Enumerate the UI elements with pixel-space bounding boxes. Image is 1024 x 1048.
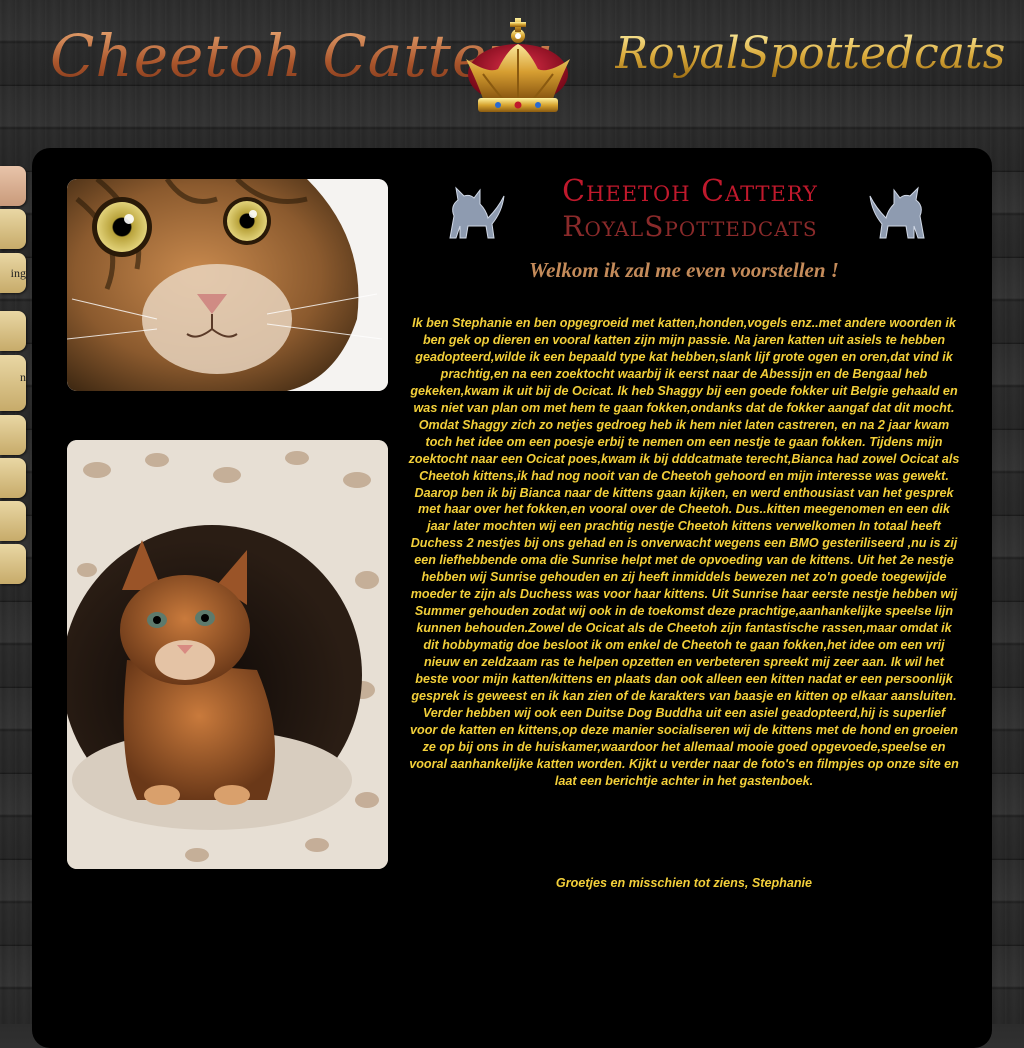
sidebar-item-2[interactable] [0,209,26,249]
sidebar-item-8[interactable] [0,501,26,541]
sidebar-item-5[interactable]: n [0,355,26,411]
crown-icon [466,18,570,112]
sidebar-item-1[interactable] [0,166,26,206]
cattery-logo: Cheetoh Cattery RoyalSpottedcats [430,170,950,250]
site-header: Cheetoh Cattery RoyalSpottedcats [0,0,1024,140]
cat-silhouette-right-icon [869,186,925,239]
sidebar-item-3[interactable]: ing [0,253,26,293]
intro-text: Ik ben Stephanie en ben opgegroeid met k… [408,316,960,788]
sidebar-item-7[interactable] [0,458,26,498]
brand-title-right[interactable]: RoyalSpottedcats [615,28,1005,79]
cat-face-photo [67,179,388,391]
sidebar-item-4[interactable] [0,311,26,351]
kitten-in-cave-photo [67,440,388,869]
welcome-heading: Welkom ik zal me even voorstellen ! [529,258,839,282]
sidebar-item-9[interactable] [0,544,26,584]
signoff-text: Groetjes en misschien tot ziens, Stephan… [555,876,813,890]
sidebar-item-6[interactable] [0,415,26,455]
